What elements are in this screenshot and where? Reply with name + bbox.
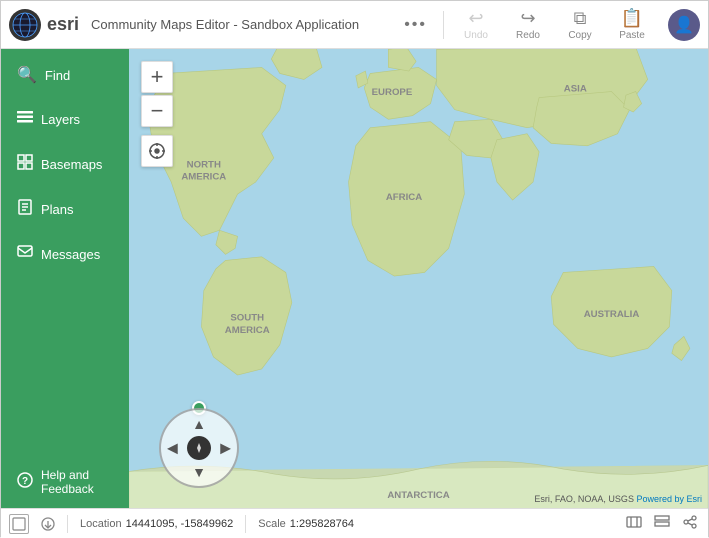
- attribution-text: Esri, FAO, NOAA, USGS: [534, 494, 634, 504]
- copy-button[interactable]: ⧉ Copy: [556, 6, 604, 43]
- compass-ring: ▲ ▼ ◀ ▶: [159, 408, 239, 488]
- user-avatar[interactable]: 👤: [668, 9, 700, 41]
- copy-label: Copy: [568, 30, 591, 41]
- statusbar-scale: Scale 1:295828764: [258, 518, 354, 530]
- redo-button[interactable]: ↪ Redo: [504, 6, 552, 43]
- location-value: 14441095, -15849962: [126, 518, 234, 530]
- scale-label: Scale: [258, 518, 286, 530]
- sidebar-item-layers[interactable]: Layers: [5, 99, 125, 140]
- compass-right-button[interactable]: ▶: [220, 440, 231, 457]
- map-attribution: Esri, FAO, NOAA, USGS Powered by Esri: [534, 494, 702, 504]
- messages-icon: [17, 244, 33, 265]
- copy-icon: ⧉: [574, 8, 587, 29]
- redo-label: Redo: [516, 30, 540, 41]
- esri-globe-icon: [9, 9, 41, 41]
- location-label: Location: [80, 518, 122, 530]
- sidebar-item-messages[interactable]: Messages: [5, 234, 125, 275]
- more-button[interactable]: •••: [396, 12, 435, 38]
- statusbar-share-icon[interactable]: [680, 512, 700, 535]
- compass-left-button[interactable]: ◀: [167, 440, 178, 457]
- app-logo: esri: [9, 9, 79, 41]
- svg-text:ANTARCTICA: ANTARCTICA: [387, 490, 449, 501]
- find-icon: 🔍: [17, 65, 37, 85]
- statusbar-download[interactable]: [41, 517, 55, 531]
- statusbar-divider-1: [67, 515, 68, 533]
- statusbar-layers-icon[interactable]: [652, 512, 672, 535]
- sidebar-item-basemaps-label: Basemaps: [41, 157, 102, 172]
- map-controls: + −: [141, 61, 173, 167]
- statusbar: Location 14441095, -15849962 Scale 1:295…: [1, 508, 708, 538]
- compass-up-button[interactable]: ▲: [192, 416, 206, 432]
- sidebar-item-layers-label: Layers: [41, 112, 80, 127]
- undo-icon: ↩: [468, 8, 483, 29]
- svg-text:AMERICA: AMERICA: [225, 325, 270, 336]
- statusbar-edit-icon[interactable]: [624, 512, 644, 535]
- locate-button[interactable]: [141, 135, 173, 167]
- powered-by-text: Powered by Esri: [636, 494, 702, 504]
- map-area[interactable]: + −: [129, 49, 708, 508]
- compass-down-button[interactable]: ▼: [192, 464, 206, 480]
- plans-icon: [17, 199, 33, 220]
- sidebar-item-plans[interactable]: Plans: [5, 189, 125, 230]
- toolbar: esri Community Maps Editor - Sandbox App…: [1, 1, 708, 49]
- sidebar-item-help-label: Help and Feedback: [41, 468, 94, 496]
- statusbar-location: Location 14441095, -15849962: [80, 518, 233, 530]
- svg-text:AFRICA: AFRICA: [386, 192, 422, 203]
- esri-wordmark: esri: [47, 14, 79, 35]
- paste-label: Paste: [619, 30, 645, 41]
- svg-text:AUSTRALIA: AUSTRALIA: [584, 309, 640, 320]
- paste-button[interactable]: 📋 Paste: [608, 6, 656, 43]
- sidebar-item-basemaps[interactable]: Basemaps: [5, 144, 125, 185]
- compass-arrows: ▲ ▼ ◀ ▶: [161, 410, 237, 486]
- sidebar-item-find-label: Find: [45, 68, 70, 83]
- compass-center[interactable]: [187, 436, 211, 460]
- sidebar-item-messages-label: Messages: [41, 247, 100, 262]
- scale-value: 1:295828764: [290, 518, 354, 530]
- undo-label: Undo: [464, 30, 488, 41]
- paste-icon: 📋: [621, 8, 643, 29]
- svg-text:ASIA: ASIA: [564, 84, 587, 95]
- redo-icon: ↪: [520, 8, 535, 29]
- svg-text:SOUTH: SOUTH: [230, 313, 264, 324]
- toolbar-divider-1: [443, 11, 444, 39]
- sidebar-item-find[interactable]: 🔍 Find: [5, 55, 125, 95]
- zoom-out-button[interactable]: −: [141, 95, 173, 127]
- layers-icon: [17, 109, 33, 130]
- zoom-in-button[interactable]: +: [141, 61, 173, 93]
- sidebar-item-plans-label: Plans: [41, 202, 74, 217]
- sidebar-item-help[interactable]: ? Help and Feedback: [5, 458, 125, 506]
- svg-text:EUROPE: EUROPE: [372, 87, 413, 98]
- sidebar: 🔍 Find Layers Basemaps Plans Messages: [1, 49, 129, 508]
- statusbar-right-buttons: [624, 512, 700, 535]
- svg-text:NORTH: NORTH: [187, 160, 221, 171]
- main-layout: 🔍 Find Layers Basemaps Plans Messages: [1, 49, 708, 508]
- svg-text:?: ?: [22, 476, 28, 487]
- statusbar-divider-2: [245, 515, 246, 533]
- navigation-compass: ▲ ▼ ◀ ▶: [159, 400, 239, 488]
- basemaps-icon: [17, 154, 33, 175]
- page-icon-button[interactable]: [9, 514, 29, 534]
- undo-button[interactable]: ↩ Undo: [452, 6, 500, 43]
- svg-text:AMERICA: AMERICA: [181, 172, 226, 183]
- help-icon: ?: [17, 472, 33, 493]
- app-title: Community Maps Editor - Sandbox Applicat…: [91, 17, 392, 32]
